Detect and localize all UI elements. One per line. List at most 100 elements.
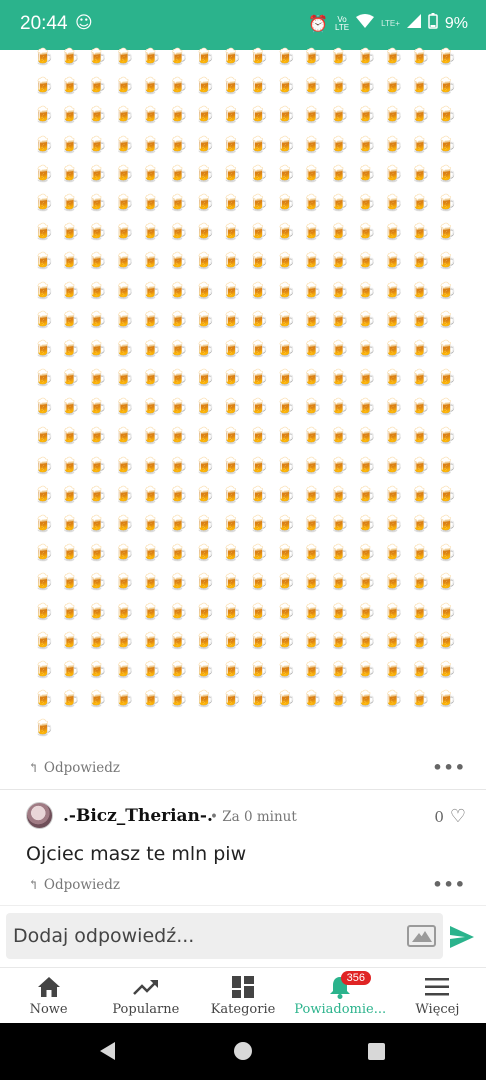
recents-icon[interactable] [368,1043,385,1060]
image-attach-icon[interactable] [407,925,436,947]
beer-emoji: 🍺 [87,514,108,533]
beer-emoji: 🍺 [275,105,296,125]
beer-emoji: 🍺 [383,251,403,271]
beer-emoji: 🍺 [60,134,81,154]
home-circle-icon[interactable] [234,1042,252,1060]
avatar[interactable] [26,802,53,829]
beer-emoji: 🍺 [275,543,296,563]
beer-emoji: 🍺 [436,601,457,621]
beer-emoji: 🍺 [302,280,323,300]
beer-emoji: 🍺 [248,484,269,504]
beer-emoji: 🍺 [167,76,188,96]
beer-emoji: 🍺 [221,397,242,417]
beer-emoji: 🍺 [409,514,430,533]
beer-emoji: 🍺 [302,601,323,621]
beer-emoji: 🍺 [329,251,350,271]
beer-emoji: 🍺 [356,484,377,504]
beer-emoji: 🍺 [60,163,81,183]
beer-emoji: 🍺 [87,426,108,446]
comment-meta: • Za 0 minut [210,809,297,825]
beer-emoji: 🍺 [194,105,215,125]
beer-emoji: 🍺 [329,47,350,66]
smiley-notification-icon: ☺ [75,13,93,33]
comment-like-button[interactable]: 0 ♡ [434,806,466,827]
send-icon[interactable] [449,924,475,950]
beer-emoji: 🍺 [409,163,430,183]
beer-emoji: 🍺 [194,76,215,96]
beer-emoji: 🍺 [302,192,323,212]
grid-icon [230,974,256,1000]
beer-emoji: 🍺 [356,659,377,679]
beer-emoji: 🍺 [60,484,81,504]
beer-emoji: 🍺 [383,105,403,125]
beer-emoji: 🍺 [114,397,135,417]
nav-item-wiecej[interactable]: Więcej [389,968,486,1023]
beer-emoji: 🍺 [383,630,403,650]
beer-emoji: 🍺 [221,47,242,66]
reply-input[interactable]: Dodaj odpowiedź... [6,913,443,959]
beer-emoji: 🍺 [87,338,108,358]
beer-emoji: 🍺 [409,659,430,679]
beer-emoji: 🍺 [33,689,54,709]
beer-emoji: 🍺 [167,514,188,533]
beer-emoji: 🍺 [194,251,215,271]
beer-emoji: 🍺 [356,309,377,329]
beer-emoji: 🍺 [167,105,188,125]
beer-emoji: 🍺 [114,455,135,475]
beer-emoji: 🍺 [356,76,377,96]
comment-reply-button[interactable]: ↰ Odpowiedz [28,877,120,893]
beer-emoji: 🍺 [60,514,81,533]
beer-emoji: 🍺 [87,192,108,212]
nav-item-nowe[interactable]: Nowe [0,968,97,1023]
beer-emoji: 🍺 [114,134,135,154]
menu-icon [424,974,450,1000]
beer-emoji: 🍺 [436,455,457,475]
beer-emoji: 🍺 [383,572,403,592]
battery-icon [428,13,438,34]
beer-emoji: 🍺 [141,192,161,212]
beer-emoji: 🍺 [248,105,269,125]
beer-emoji: 🍺 [141,659,161,679]
comment-more-options-icon[interactable]: ••• [432,875,466,894]
beer-emoji: 🍺 [302,455,323,475]
beer-emoji: 🍺 [194,601,215,621]
beer-emoji: 🍺 [383,134,403,154]
nav-item-powiadomienia[interactable]: 356 Powiadomie... [292,968,389,1023]
beer-emoji: 🍺 [221,338,242,358]
back-icon[interactable] [100,1042,115,1060]
beer-emoji: 🍺 [383,47,403,66]
beer-emoji: 🍺 [248,397,269,417]
beer-emoji: 🍺 [248,222,269,242]
nav-item-popularne[interactable]: Popularne [97,968,194,1023]
beer-emoji: 🍺 [409,76,430,96]
beer-emoji: 🍺 [248,280,269,300]
beer-emoji: 🍺 [87,163,108,183]
beer-emoji: 🍺 [194,47,215,66]
reply-arrow-icon: ↰ [28,877,39,893]
beer-emoji: 🍺 [87,543,108,563]
nav-item-kategorie[interactable]: Kategorie [194,968,291,1023]
beer-emoji: 🍺 [114,338,135,358]
beer-emoji: 🍺 [356,455,377,475]
beer-emoji: 🍺 [248,659,269,679]
beer-emoji: 🍺 [194,134,215,154]
beer-emoji: 🍺 [194,163,215,183]
beer-emoji: 🍺 [302,338,323,358]
beer-emoji: 🍺 [383,163,403,183]
beer-emoji: 🍺 [409,338,430,358]
beer-emoji: 🍺 [33,222,54,242]
beer-emoji: 🍺 [409,368,430,388]
beer-emoji: 🍺 [87,630,108,650]
beer-emoji: 🍺 [141,338,161,358]
comment-author[interactable]: .-Bicz_Therian-. [63,806,213,826]
beer-emoji: 🍺 [275,192,296,212]
beer-emoji: 🍺 [114,368,135,388]
beer-emoji: 🍺 [60,601,81,621]
post-reply-button[interactable]: ↰ Odpowiedz [28,760,120,776]
post-more-options-icon[interactable]: ••• [432,758,466,777]
beer-emoji: 🍺 [329,543,350,563]
beer-emoji: 🍺 [275,426,296,446]
beer-emoji: 🍺 [167,222,188,242]
beer-emoji: 🍺 [248,572,269,592]
beer-emoji: 🍺 [33,718,54,738]
